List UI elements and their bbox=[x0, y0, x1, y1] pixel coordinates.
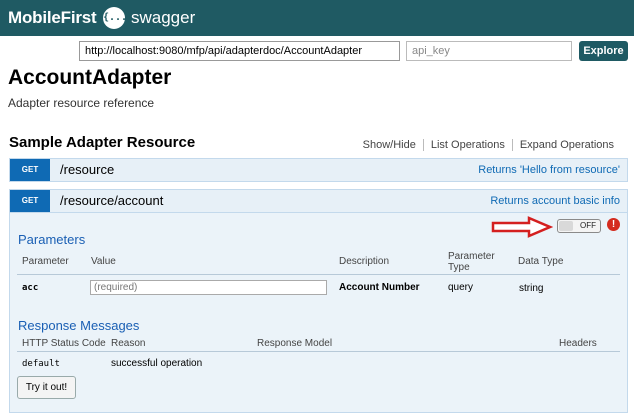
url-input[interactable] bbox=[79, 41, 400, 61]
explore-button[interactable]: Explore bbox=[579, 41, 628, 61]
response-reason: successful operation bbox=[111, 358, 203, 369]
operation-summary[interactable]: Returns 'Hello from resource' bbox=[478, 164, 620, 176]
get-method-badge[interactable]: GET bbox=[10, 190, 50, 212]
param-name: acc bbox=[22, 283, 39, 293]
value-col-header: Value bbox=[91, 256, 116, 267]
product-name: swagger bbox=[131, 8, 196, 27]
red-arrow-icon bbox=[491, 216, 553, 238]
response-messages-heading: Response Messages bbox=[18, 318, 140, 333]
operation-body bbox=[9, 213, 628, 413]
param-description: Account Number bbox=[339, 282, 420, 293]
exclamation-circle-icon[interactable]: ! bbox=[607, 218, 620, 231]
operation-summary[interactable]: Returns account basic info bbox=[490, 195, 620, 207]
divider bbox=[17, 351, 620, 352]
data-type-col-header: Data Type bbox=[518, 256, 564, 267]
divider bbox=[17, 274, 620, 275]
operation-resource-account[interactable]: GET /resource/account Returns account ba… bbox=[9, 189, 628, 213]
toggle-label: OFF bbox=[580, 221, 596, 230]
response-model-col-header: Response Model bbox=[257, 338, 333, 349]
param-col-header: Parameter bbox=[22, 256, 69, 267]
param-data-type: string bbox=[519, 283, 544, 294]
operation-resource[interactable]: GET /resource Returns 'Hello from resour… bbox=[9, 158, 628, 182]
parameters-heading: Parameters bbox=[18, 232, 86, 247]
param-type-col-header-line1: Parameter bbox=[448, 251, 495, 262]
api-key-input[interactable] bbox=[406, 41, 572, 61]
list-operations-link[interactable]: List Operations bbox=[424, 139, 512, 151]
status-col-header: HTTP Status Code bbox=[22, 338, 106, 349]
api-title: AccountAdapter bbox=[8, 66, 172, 89]
param-type-col-header-line2: Type bbox=[448, 262, 470, 273]
auth-toggle[interactable]: OFF bbox=[557, 219, 601, 233]
param-type: query bbox=[448, 282, 474, 293]
description-col-header: Description bbox=[339, 256, 390, 267]
get-method-badge[interactable]: GET bbox=[10, 159, 50, 181]
response-status: default bbox=[22, 359, 60, 369]
show-hide-link[interactable]: Show/Hide bbox=[356, 139, 423, 151]
swagger-logo-icon: {...} bbox=[103, 7, 133, 29]
resource-name[interactable]: Sample Adapter Resource bbox=[9, 134, 195, 151]
resource-operations: Show/Hide List Operations Expand Operati… bbox=[356, 139, 621, 151]
operation-path[interactable]: /resource bbox=[60, 162, 114, 177]
expand-operations-link[interactable]: Expand Operations bbox=[513, 139, 621, 151]
reason-col-header: Reason bbox=[111, 338, 146, 349]
brand-name: MobileFirst bbox=[8, 8, 97, 27]
top-bar: MobileFirst {...} swagger bbox=[0, 0, 634, 36]
headers-col-header: Headers bbox=[559, 338, 597, 349]
operation-path[interactable]: /resource/account bbox=[60, 193, 163, 208]
api-description: Adapter resource reference bbox=[8, 96, 155, 110]
try-it-out-button[interactable]: Try it out! bbox=[17, 376, 76, 399]
toggle-knob bbox=[559, 221, 573, 231]
param-value-input[interactable] bbox=[90, 280, 327, 295]
